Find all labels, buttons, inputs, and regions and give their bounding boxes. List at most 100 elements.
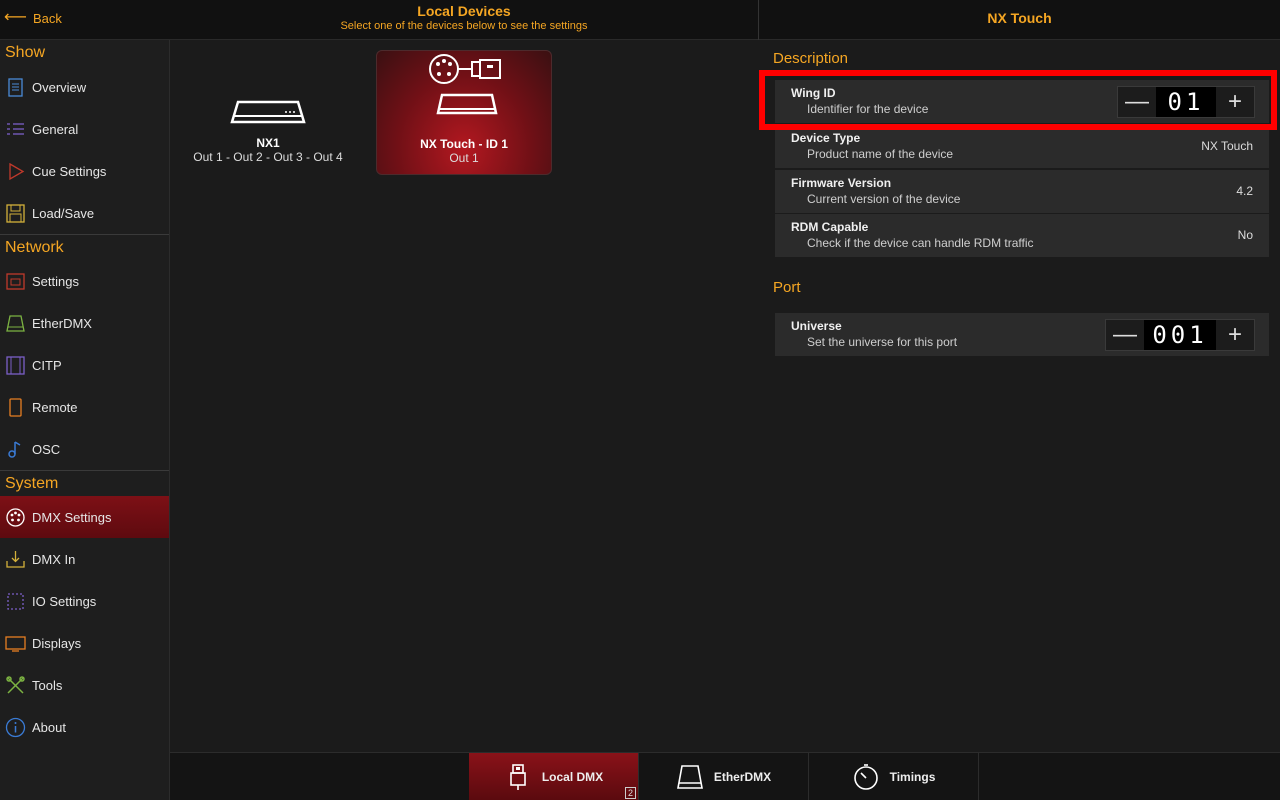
sidebar-item-citp[interactable]: CITP [0, 344, 169, 386]
stopwatch-icon [853, 764, 878, 790]
sidebar-section-network: Network [0, 234, 169, 260]
setting-label: Firmware Version [791, 176, 892, 190]
device-card-nx1[interactable]: NX1 Out 1 - Out 2 - Out 3 - Out 4 [180, 50, 356, 175]
universe-stepper[interactable]: — 001 + [1105, 319, 1255, 351]
sidebar-item-osc[interactable]: OSC [0, 428, 169, 470]
description-section-title: Description [773, 50, 849, 67]
sidebar-item-label: DMX Settings [32, 509, 112, 525]
sidebar-item-cue-settings[interactable]: Cue Settings [0, 150, 169, 192]
wing-id-stepper[interactable]: — 01 + [1117, 86, 1255, 118]
music-note-icon [5, 439, 26, 460]
dmx-connector-icon [5, 507, 26, 528]
sidebar-item-label: Cue Settings [32, 163, 107, 179]
setting-description: Current version of the device [807, 192, 961, 206]
sidebar-item-dmx-in[interactable]: DMX In [0, 538, 169, 580]
setting-description: Set the universe for this port [807, 335, 958, 349]
sidebar-item-displays[interactable]: Displays [0, 622, 169, 664]
sidebar-item-overview[interactable]: Overview [0, 66, 169, 108]
increment-button[interactable]: + [1216, 320, 1254, 350]
setting-value: NX Touch [1201, 139, 1253, 153]
sidebar-item-label: OSC [32, 441, 61, 457]
info-icon [5, 717, 26, 738]
tab-label: Timings [889, 770, 936, 784]
bottom-tab-bar: Local DMX 2 EtherDMX Timings [170, 752, 1280, 800]
detail-title: NX Touch [987, 10, 1052, 26]
sidebar-item-label: Load/Save [32, 205, 95, 221]
device-outputs: Out 1 - Out 2 - Out 3 - Out 4 [193, 150, 343, 164]
sidebar-item-about[interactable]: About [0, 706, 169, 748]
sidebar: Show Overview General Cue Settings Load/… [0, 40, 170, 800]
film-icon [5, 355, 26, 376]
increment-button[interactable]: + [1216, 87, 1254, 117]
device-card-nx-touch[interactable]: NX Touch - ID 1 Out 1 [376, 50, 552, 175]
wing-id-row: Wing ID Identifier for the device — 01 + [775, 80, 1269, 124]
floppy-icon [5, 203, 26, 224]
device-box-icon [180, 50, 356, 136]
decrement-button[interactable]: — [1118, 87, 1156, 117]
sidebar-section-show: Show [5, 44, 46, 61]
device-name: NX Touch - ID 1 [420, 137, 508, 151]
arrow-left-icon: ⟵ [4, 9, 27, 26]
device-outputs: Out 1 [449, 151, 479, 165]
etherdmx-icon [5, 313, 26, 334]
list-icon [5, 119, 26, 140]
back-button[interactable]: ⟵ Back [4, 10, 62, 26]
setting-label: Wing ID [791, 86, 836, 100]
setting-description: Identifier for the device [807, 102, 929, 116]
sidebar-item-general[interactable]: General [0, 108, 169, 150]
top-bar: ⟵ Back Local Devices Select one of the d… [0, 0, 1280, 40]
sidebar-item-label: EtherDMX [32, 315, 92, 331]
setting-description: Check if the device can handle RDM traff… [807, 236, 1034, 250]
settings-panel: Description Wing ID Identifier for the d… [759, 40, 1280, 752]
phone-icon [5, 397, 26, 418]
sidebar-item-dmx-settings[interactable]: DMX Settings [0, 496, 169, 538]
setting-label: Universe [791, 319, 842, 333]
sidebar-item-network-settings[interactable]: Settings [0, 260, 169, 302]
io-chip-icon [5, 591, 26, 612]
sidebar-item-tools[interactable]: Tools [0, 664, 169, 706]
dmx-usb-icon [377, 51, 551, 137]
setting-description: Product name of the device [807, 147, 954, 161]
tab-label: EtherDMX [713, 770, 772, 784]
page-subtitle: Select one of the devices below to see t… [340, 20, 588, 32]
play-icon [5, 161, 26, 182]
tab-timings[interactable]: Timings [809, 753, 979, 800]
ethernet-icon [5, 271, 26, 292]
sidebar-item-label: Remote [32, 399, 78, 415]
sidebar-section-system: System [0, 470, 169, 496]
sidebar-item-remote[interactable]: Remote [0, 386, 169, 428]
setting-label: Device Type [791, 131, 861, 145]
tab-etherdmx[interactable]: EtherDMX [639, 753, 809, 800]
etherdmx-box-icon [676, 765, 703, 789]
sidebar-item-label: DMX In [32, 551, 76, 567]
device-list: NX1 Out 1 - Out 2 - Out 3 - Out 4 NX Tou… [170, 40, 758, 752]
usb-icon [510, 764, 526, 790]
sidebar-item-label: About [32, 719, 66, 735]
device-type-row: Device Type Product name of the device N… [775, 125, 1269, 169]
dmx-in-icon [5, 549, 26, 570]
sidebar-item-label: General [32, 121, 79, 137]
tab-badge: 2 [625, 787, 636, 799]
sidebar-item-load-save[interactable]: Load/Save [0, 192, 169, 234]
sidebar-item-label: CITP [32, 357, 62, 373]
page-header: Local Devices Select one of the devices … [170, 3, 758, 32]
port-section-title: Port [773, 279, 801, 296]
sidebar-item-io-settings[interactable]: IO Settings [0, 580, 169, 622]
document-icon [5, 77, 26, 98]
wing-id-value: 01 [1156, 87, 1216, 117]
sidebar-item-etherdmx[interactable]: EtherDMX [0, 302, 169, 344]
universe-value: 001 [1144, 320, 1216, 350]
sidebar-item-label: IO Settings [32, 593, 97, 609]
sidebar-item-label: Settings [32, 273, 79, 289]
sidebar-item-label: Displays [32, 635, 82, 651]
back-label: Back [32, 10, 62, 26]
sidebar-item-label: Overview [32, 79, 87, 95]
setting-label: RDM Capable [791, 220, 869, 234]
monitor-icon [5, 633, 26, 654]
device-name: NX1 [256, 136, 280, 150]
decrement-button[interactable]: — [1106, 320, 1144, 350]
tools-icon [5, 675, 26, 696]
tab-local-dmx[interactable]: Local DMX 2 [469, 753, 639, 800]
firmware-version-row: Firmware Version Current version of the … [775, 170, 1269, 214]
setting-value: No [1237, 228, 1253, 242]
